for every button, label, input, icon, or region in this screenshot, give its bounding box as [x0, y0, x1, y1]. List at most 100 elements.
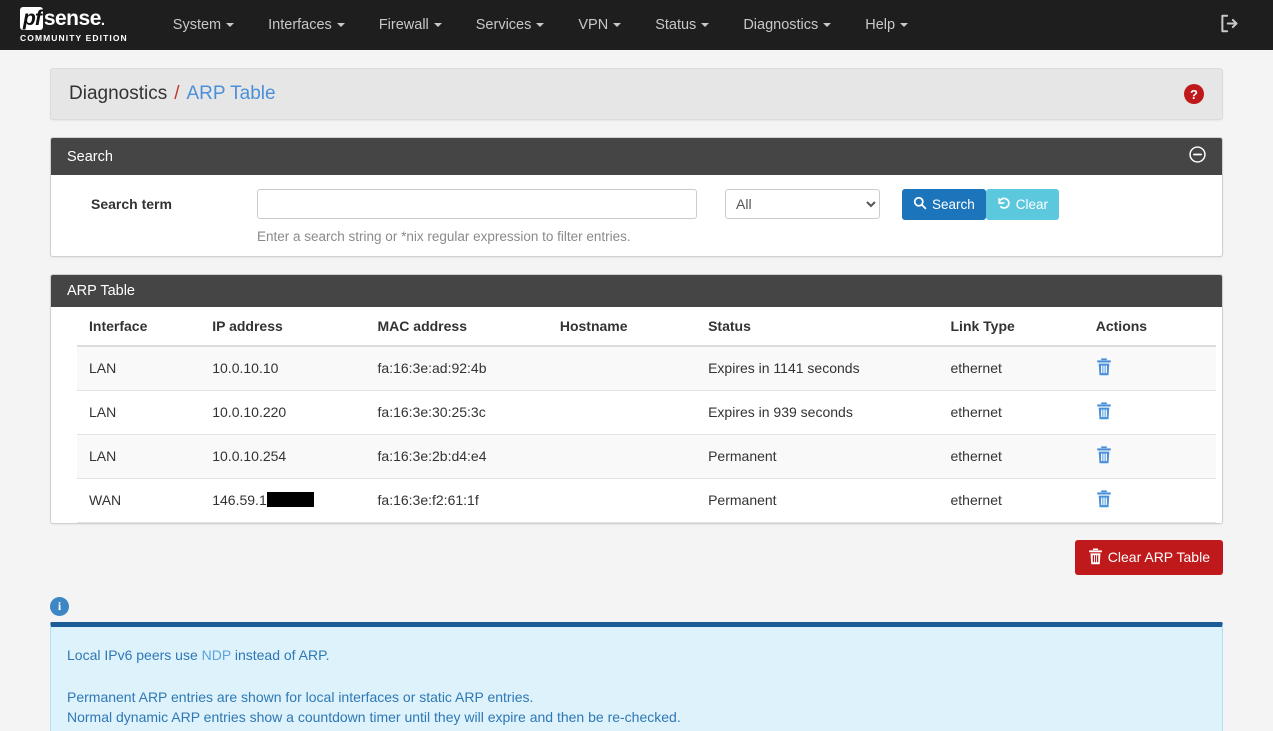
search-panel-body: Search term All Search Clear Enter a sea…: [51, 175, 1222, 256]
trash-icon: [1096, 357, 1112, 379]
nav-item-firewall[interactable]: Firewall: [362, 0, 459, 50]
cell-status: Expires in 1141 seconds: [708, 345, 951, 391]
nav-item-help[interactable]: Help: [848, 0, 925, 50]
undo-icon: [997, 196, 1011, 213]
clear-button[interactable]: Clear: [985, 189, 1060, 220]
logo-pf-badge: pf: [20, 7, 43, 30]
chevron-down-icon: [701, 23, 710, 28]
column-header-link-type: Link Type: [950, 306, 1096, 347]
cell-link-type: ethernet: [950, 434, 1096, 479]
chevron-down-icon: [226, 23, 235, 28]
cell-ip-address: 10.0.10.254: [212, 434, 378, 479]
search-button[interactable]: Search: [902, 189, 986, 220]
chevron-down-icon: [336, 23, 345, 28]
cell-actions: [1095, 434, 1216, 479]
info-line-1-pre: Local IPv6 peers use: [67, 646, 202, 663]
redaction-box: [266, 492, 314, 507]
cell-mac-address: fa:16:3e:ad:92:4b: [377, 345, 560, 391]
nav-label-firewall: Firewall: [378, 17, 429, 33]
clear-arp-table-label: Clear ARP Table: [1107, 549, 1210, 565]
arp-table-panel: ARP Table Interface IP address MAC addre…: [50, 273, 1223, 524]
chevron-down-icon: [433, 23, 442, 28]
minus-circle-icon[interactable]: [1189, 146, 1206, 167]
trash-icon: [1096, 445, 1112, 467]
nav-label-help: Help: [865, 17, 896, 33]
cell-hostname: [559, 434, 709, 479]
cell-interface: LAN: [77, 390, 213, 435]
nav-menu: System Interfaces Firewall Services VPN …: [156, 0, 925, 50]
info-line-3: Normal dynamic ARP entries show a countd…: [67, 709, 681, 726]
nav-label-interfaces: Interfaces: [268, 17, 332, 33]
nav-item-system[interactable]: System: [156, 0, 251, 50]
table-row: LAN 10.0.10.220 fa:16:3e:30:25:3c Expire…: [77, 390, 1216, 435]
info-circle-icon[interactable]: i: [50, 596, 69, 616]
arp-table-head: Interface IP address MAC address Hostnam…: [77, 306, 1216, 347]
search-term-label: Search term: [91, 196, 172, 213]
search-filter-select[interactable]: All: [725, 189, 880, 220]
arp-table: Interface IP address MAC address Hostnam…: [77, 306, 1216, 523]
arp-table-wrapper: Interface IP address MAC address Hostnam…: [51, 306, 1222, 523]
trash-icon: [1096, 401, 1112, 423]
logout-icon[interactable]: [1220, 14, 1239, 36]
cell-ip-address: 10.0.10.220: [212, 390, 378, 435]
logo-sense-text: sense: [43, 7, 102, 30]
cell-link-type: ethernet: [950, 478, 1096, 523]
ndp-link[interactable]: NDP: [202, 647, 231, 663]
magnifier-icon: [913, 196, 927, 213]
cell-hostname: [559, 478, 709, 523]
cell-interface: WAN: [77, 478, 213, 523]
cell-actions: [1095, 345, 1216, 391]
table-row: LAN 10.0.10.254 fa:16:3e:2b:d4:e4 Perman…: [77, 434, 1216, 479]
arp-table-header-row: Interface IP address MAC address Hostnam…: [77, 306, 1216, 347]
delete-entry-button[interactable]: [1096, 445, 1112, 467]
table-row: LAN 10.0.10.10 fa:16:3e:ad:92:4b Expires…: [77, 345, 1216, 391]
arp-table-panel-title: ARP Table: [67, 282, 135, 299]
column-header-hostname: Hostname: [559, 306, 709, 347]
nav-item-services[interactable]: Services: [459, 0, 562, 50]
arp-table-panel-header: ARP Table: [51, 274, 1222, 307]
delete-entry-button[interactable]: [1096, 357, 1112, 379]
info-line-4: Incomplete ARP entries indicate that the…: [67, 727, 1206, 731]
breadcrumb-parent[interactable]: Diagnostics: [69, 83, 167, 105]
arp-table-body: LAN 10.0.10.10 fa:16:3e:ad:92:4b Expires…: [77, 345, 1216, 523]
chevron-down-icon: [823, 23, 832, 28]
cell-hostname: [559, 390, 709, 435]
nav-item-status[interactable]: Status: [638, 0, 726, 50]
cell-status: Permanent: [708, 434, 951, 479]
nav-label-diagnostics: Diagnostics: [743, 17, 819, 33]
cell-hostname: [559, 345, 709, 391]
pfsense-logo[interactable]: pf sense . COMMUNITY EDITION: [20, 7, 128, 43]
cell-interface: LAN: [77, 345, 213, 391]
delete-entry-button[interactable]: [1096, 401, 1112, 423]
search-form-row: Search term All Search Clear: [51, 189, 1222, 220]
search-input[interactable]: [257, 189, 697, 220]
nav-item-diagnostics[interactable]: Diagnostics: [726, 0, 848, 50]
breadcrumb-current[interactable]: ARP Table: [187, 83, 276, 105]
clear-arp-table-button[interactable]: Clear ARP Table: [1074, 539, 1223, 575]
logo-wordmark: pf sense .: [20, 7, 128, 30]
nav-item-vpn[interactable]: VPN: [561, 0, 638, 50]
nav-label-system: System: [172, 17, 222, 33]
cell-mac-address: fa:16:3e:f2:61:1f: [377, 478, 560, 523]
cell-status: Expires in 939 seconds: [708, 390, 951, 435]
info-line-1-post: instead of ARP.: [230, 646, 330, 663]
cell-link-type: ethernet: [950, 390, 1096, 435]
cell-ip-address: 146.59.1: [212, 478, 378, 523]
trash-icon: [1088, 547, 1103, 567]
cell-actions: [1095, 390, 1216, 435]
cell-status: Permanent: [708, 478, 951, 523]
clear-button-label: Clear: [1015, 196, 1049, 212]
cell-link-type: ethernet: [950, 345, 1096, 391]
column-header-mac-address: MAC address: [377, 306, 560, 347]
chevron-down-icon: [536, 23, 545, 28]
help-icon[interactable]: ?: [1184, 84, 1204, 104]
table-row: WAN 146.59.1 fa:16:3e:f2:61:1f Permanent…: [77, 478, 1216, 523]
navbar-right-group: [1220, 14, 1259, 36]
column-header-status: Status: [708, 306, 951, 347]
cell-mac-address: fa:16:3e:2b:d4:e4: [377, 434, 560, 479]
delete-entry-button[interactable]: [1096, 489, 1112, 508]
action-button-bar: Clear ARP Table: [50, 539, 1223, 575]
nav-item-interfaces[interactable]: Interfaces: [251, 0, 362, 50]
nav-label-status: Status: [655, 17, 697, 33]
